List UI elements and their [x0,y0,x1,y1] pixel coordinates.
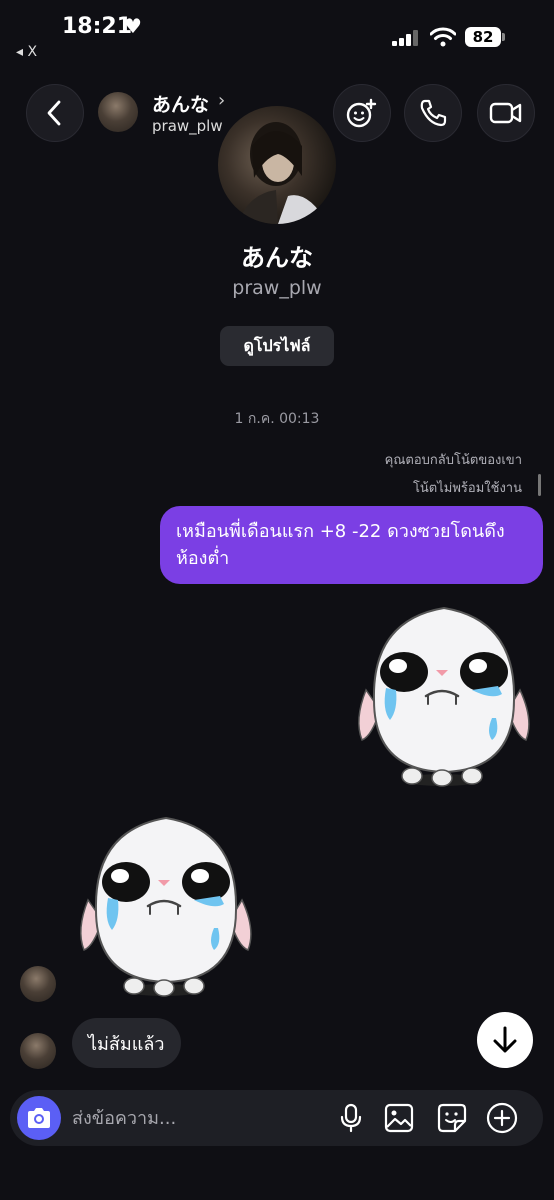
microphone-icon [340,1103,362,1133]
battery-indicator: 82 [465,27,501,47]
effects-button[interactable] [333,84,391,142]
plus-circle-icon [486,1102,518,1134]
profile-username: praw_plw [232,277,322,299]
header-name[interactable]: あんな [152,90,209,117]
gallery-button[interactable] [381,1100,417,1136]
wifi-icon [430,27,456,47]
sticker-button[interactable] [434,1100,470,1136]
back-to-app-link[interactable]: ◂ X [16,44,37,60]
sender-avatar[interactable] [20,966,56,1002]
more-options-button[interactable] [484,1100,520,1136]
voice-call-button[interactable] [404,84,462,142]
sender-avatar[interactable] [20,1033,56,1069]
message-timestamp: 1 ก.ค. 00:13 [234,411,320,427]
chevron-right-icon[interactable]: › [218,90,225,111]
back-button[interactable] [26,84,84,142]
microphone-button[interactable] [333,1100,369,1136]
crying-bunny-sticker-received[interactable] [74,810,264,1000]
arrow-down-icon [493,1026,517,1053]
view-profile-button[interactable]: ดูโปรไฟล์ [220,326,334,366]
header-avatar[interactable] [98,92,138,132]
profile-photo-art [238,122,328,224]
phone-icon [420,99,447,127]
sent-message-bubble[interactable]: เหมือนพี่เดือนแรก +8 -22 ดวงซวยโดนดึงห้อ… [160,506,543,584]
video-call-button[interactable] [477,84,535,142]
status-time: 18:21 [62,14,133,39]
heart-icon: ♥ [124,14,142,38]
header-username[interactable]: praw_plw [152,117,223,135]
note-reply-label: คุณตอบกลับโน้ตของเขา [384,453,522,468]
effects-icon [346,98,377,128]
chevron-left-icon [47,100,61,126]
scroll-to-bottom-button[interactable] [477,1012,533,1068]
profile-name: あんな [241,244,313,272]
sticker-icon [437,1103,467,1133]
video-camera-icon [489,102,522,124]
camera-button[interactable] [17,1096,61,1140]
received-message-bubble[interactable]: ไม่ส้มแล้ว [72,1018,181,1068]
signal-icon [392,30,418,46]
crying-bunny-sticker-sent[interactable] [352,600,542,790]
battery-tip [502,33,505,41]
reply-indicator-bar [538,474,541,496]
note-unavailable-label: โน้ตไม่พร้อมใช้งาน [412,481,522,496]
message-input[interactable] [72,1103,322,1133]
camera-icon [28,1108,50,1128]
image-icon [384,1103,414,1133]
profile-photo[interactable] [218,106,336,224]
